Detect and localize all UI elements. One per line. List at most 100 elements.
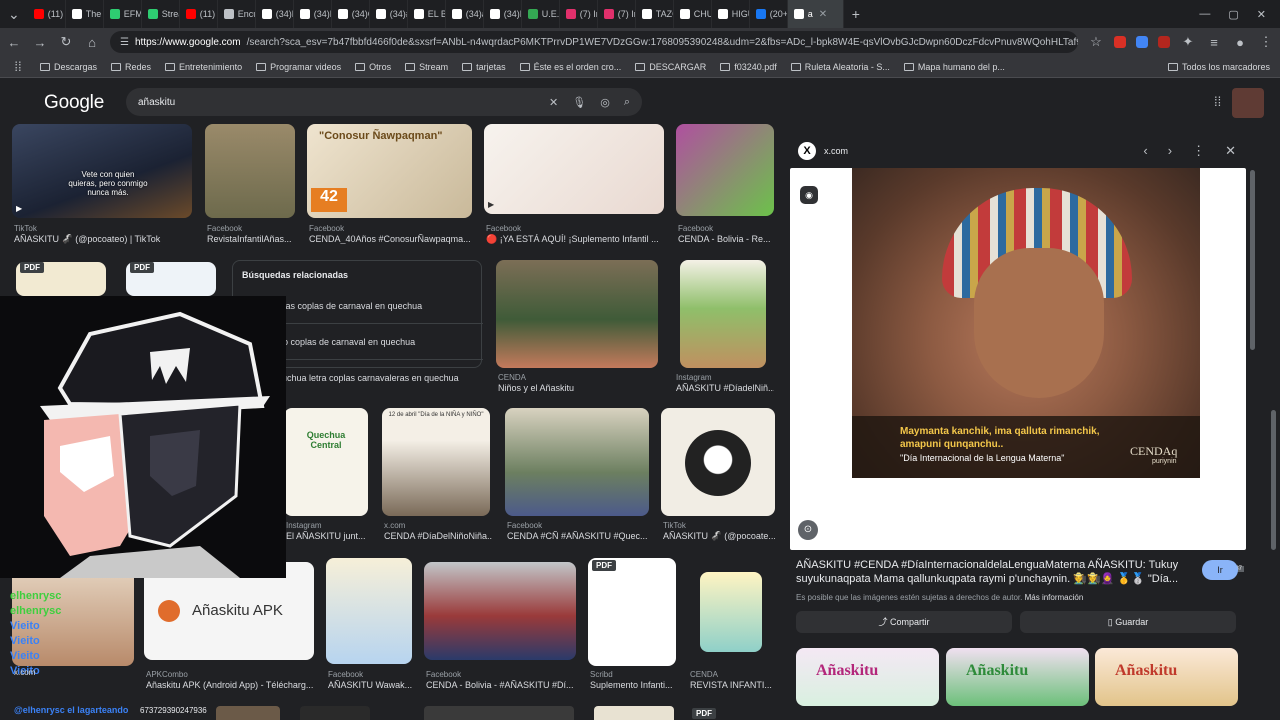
- browser-tab[interactable]: (34)C: [332, 0, 370, 28]
- browser-tab[interactable]: (34)E: [484, 0, 522, 28]
- search-icon[interactable]: ⌕: [624, 96, 630, 109]
- apps-grid-icon[interactable]: ⁞⁞: [10, 59, 26, 74]
- tab-close-icon[interactable]: ✕: [819, 9, 827, 20]
- result-title[interactable]: Añaskitu APK (Android App) - Télécharg..…: [146, 680, 314, 690]
- reading-list-icon[interactable]: ≡: [1206, 35, 1222, 50]
- result-title[interactable]: 🔴 ¡YA ESTÁ AQUÍ! ¡Suplemento Infantil ..…: [486, 234, 666, 245]
- save-button[interactable]: ▯ Guardar: [1020, 611, 1236, 633]
- result-image[interactable]: [505, 408, 649, 516]
- close-icon[interactable]: ✕: [1225, 143, 1236, 159]
- results-scrollbar[interactable]: [778, 124, 784, 706]
- result-image[interactable]: [300, 706, 370, 720]
- result-image[interactable]: Vete con quien quieras, pero conmigo nun…: [12, 124, 192, 218]
- browser-tab[interactable]: (34)#: [370, 0, 408, 28]
- more-info-link[interactable]: Más información: [1025, 593, 1084, 602]
- result-image[interactable]: "Conosur Ñawpaqman" 42: [307, 124, 472, 218]
- result-title[interactable]: REVISTA INFANTI...: [690, 680, 776, 690]
- site-info-icon[interactable]: ☰: [120, 37, 129, 48]
- bookmark-item[interactable]: Mapa humano del p...: [903, 62, 1005, 72]
- result-image[interactable]: [424, 562, 576, 660]
- related-thumbnail[interactable]: Añaskitu: [796, 648, 939, 706]
- result-image[interactable]: [676, 124, 774, 216]
- visual-search-icon[interactable]: ⊙: [798, 520, 818, 540]
- related-thumbnail[interactable]: Añaskitu: [946, 648, 1089, 706]
- result-image[interactable]: [424, 706, 574, 720]
- result-title[interactable]: CENDA - Bolivia - #AÑASKITU #Dí...: [426, 680, 576, 690]
- previous-icon[interactable]: ‹: [1143, 143, 1147, 159]
- result-image[interactable]: [700, 572, 762, 652]
- preview-image[interactable]: Maymanta kanchik, ima qalluta rimanchik,…: [852, 168, 1200, 478]
- browser-tab[interactable]: Strea: [142, 0, 180, 28]
- result-title[interactable]: CENDA_40Años #ConosurÑawpaqma...: [309, 234, 474, 244]
- bookmark-item[interactable]: Descargas: [40, 62, 97, 72]
- bookmark-item[interactable]: Éste es el orden cro...: [519, 62, 621, 72]
- result-image[interactable]: [588, 558, 676, 666]
- result-title[interactable]: CENDA #DíaDelNiñoNiña...: [384, 531, 492, 541]
- bookmark-star-icon[interactable]: ☆: [1088, 34, 1104, 50]
- result-image[interactable]: Quechua Central: [284, 408, 368, 516]
- bookmark-item[interactable]: Programar videos: [256, 62, 341, 72]
- result-image[interactable]: [680, 260, 766, 368]
- address-bar[interactable]: ☰ https://www.google.com/search?sca_esv=…: [110, 31, 1078, 53]
- tab-search-button[interactable]: ⌄: [0, 6, 28, 23]
- result-image[interactable]: 12 de abril "Día de la NIÑA y NIÑO": [382, 408, 490, 516]
- share-button[interactable]: ⤴ Compartir: [796, 611, 1012, 633]
- related-item[interactable]: tas coplas de carnaval en quechua: [283, 301, 422, 311]
- microphone-icon[interactable]: 🎙: [572, 96, 586, 109]
- browser-tab[interactable]: (11) U: [180, 0, 218, 28]
- related-item[interactable]: uchua letra coplas carnavaleras en quech…: [282, 373, 459, 383]
- bookmark-item[interactable]: tarjetas: [462, 62, 506, 72]
- extension-icon[interactable]: [1114, 36, 1126, 48]
- preview-scrollbar[interactable]: [1250, 170, 1255, 350]
- browser-tab[interactable]: CHUN: [674, 0, 712, 28]
- reload-icon[interactable]: ↻: [58, 34, 74, 50]
- maximize-icon[interactable]: ▢: [1228, 8, 1238, 21]
- preview-image-frame[interactable]: Maymanta kanchik, ima qalluta rimanchik,…: [790, 168, 1246, 572]
- related-item[interactable]: o coplas de carnaval en quechua: [283, 337, 415, 347]
- browser-tab[interactable]: (7) In: [598, 0, 636, 28]
- result-title[interactable]: RevistaInfantilAñas...: [207, 234, 299, 244]
- result-image[interactable]: [496, 260, 658, 368]
- lens-search-icon[interactable]: ◉: [800, 186, 818, 204]
- browser-tab[interactable]: a ✕: [787, 0, 844, 28]
- bookmark-item[interactable]: Redes: [111, 62, 151, 72]
- google-logo[interactable]: Google: [44, 92, 104, 114]
- browser-tab[interactable]: Encue: [218, 0, 256, 28]
- profile-icon[interactable]: ●: [1232, 35, 1248, 50]
- result-image[interactable]: [594, 706, 674, 720]
- lens-icon[interactable]: ◎: [600, 96, 610, 109]
- browser-tab[interactable]: (34)a: [446, 0, 484, 28]
- browser-tab[interactable]: The b: [66, 0, 104, 28]
- browser-tab[interactable]: (34)L: [256, 0, 294, 28]
- browser-tab[interactable]: HIGU: [712, 0, 750, 28]
- minimize-icon[interactable]: —: [1199, 8, 1210, 21]
- all-bookmarks[interactable]: Todos los marcadores: [1167, 62, 1270, 72]
- result-title[interactable]: CENDA #CÑ #AÑASKITU #Quec...: [507, 531, 651, 541]
- result-image[interactable]: [205, 124, 295, 218]
- result-title[interactable]: AÑASKITU Wawak...: [328, 680, 414, 690]
- result-image[interactable]: [216, 706, 280, 720]
- browser-tab[interactable]: (7) In: [560, 0, 598, 28]
- result-image[interactable]: ▶: [484, 124, 664, 214]
- bookmark-item[interactable]: f03240.pdf: [720, 62, 777, 72]
- result-image[interactable]: [661, 408, 775, 516]
- bookmark-item[interactable]: Entretenimiento: [165, 62, 242, 72]
- browser-tab[interactable]: U.E. C: [522, 0, 560, 28]
- clear-icon[interactable]: ✕: [549, 96, 558, 109]
- browser-tab[interactable]: (34)F: [294, 0, 332, 28]
- preview-site[interactable]: x.com: [824, 146, 848, 156]
- result-title[interactable]: AÑASKITU 🦨 (@pocoate...: [663, 531, 775, 542]
- menu-kebab-icon[interactable]: ⋮: [1258, 34, 1274, 50]
- home-icon[interactable]: ⌂: [84, 35, 100, 50]
- browser-tab[interactable]: (20+): [750, 0, 788, 28]
- visit-button[interactable]: Ir: [1202, 560, 1238, 580]
- more-options-icon[interactable]: ⋮: [1192, 143, 1205, 159]
- google-apps-icon[interactable]: ⁞⁞: [1214, 94, 1221, 109]
- next-icon[interactable]: ›: [1168, 143, 1172, 159]
- forward-icon[interactable]: →: [32, 35, 48, 50]
- result-image[interactable]: [326, 558, 412, 664]
- result-title[interactable]: Suplemento Infanti...: [590, 680, 676, 690]
- result-title[interactable]: CENDA - Bolivia - Re...: [678, 234, 776, 244]
- bookmark-item[interactable]: DESCARGAR: [635, 62, 706, 72]
- bookmark-item[interactable]: Ruleta Aleatoria - S...: [790, 62, 890, 72]
